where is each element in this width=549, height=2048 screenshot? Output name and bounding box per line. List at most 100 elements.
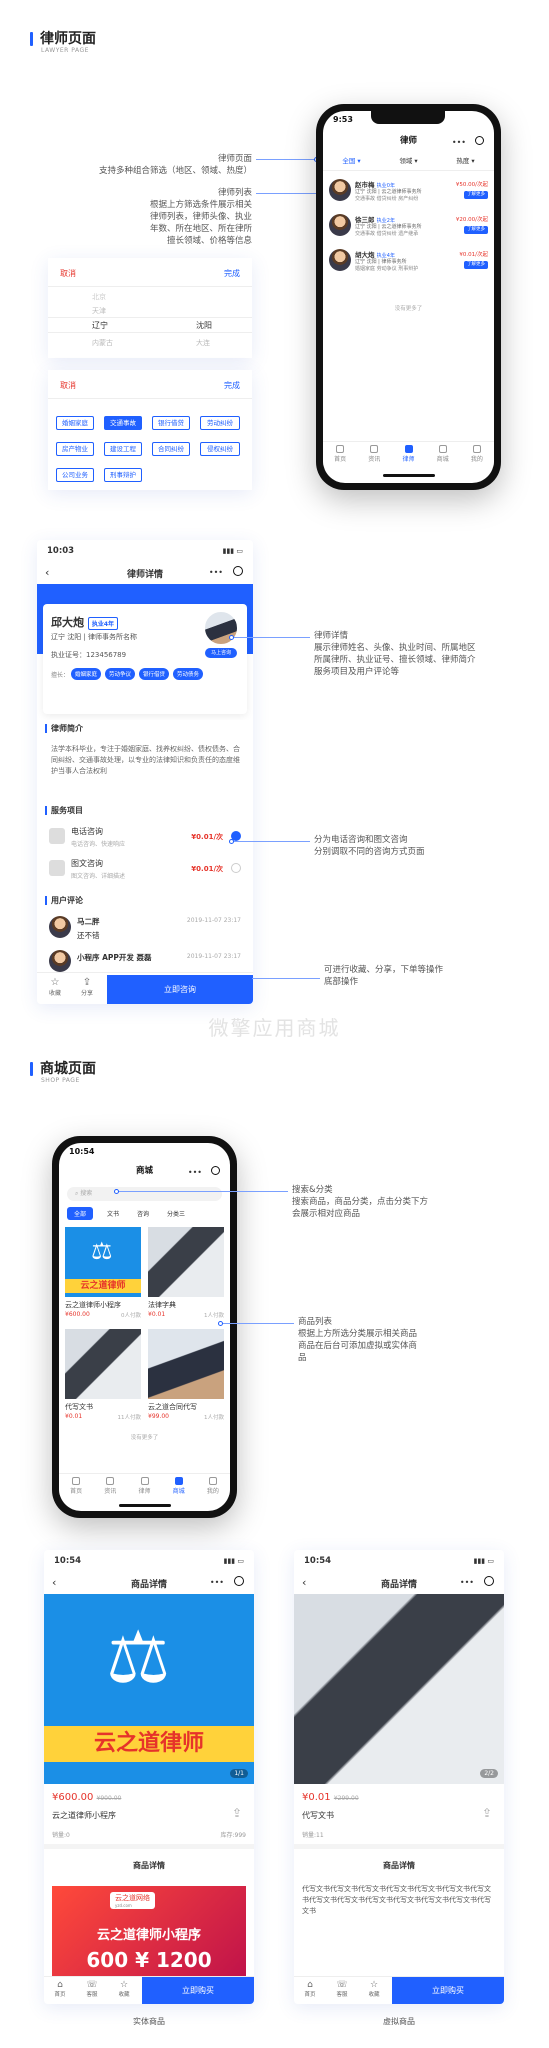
- field-option[interactable]: 房产物业: [56, 442, 94, 456]
- phone-frame: 10:54 商城 ••• ⌕ 搜索 全部 文书 咨询 分类三 ⚖ 云之道律师 云…: [52, 1136, 237, 1518]
- field-option[interactable]: 银行借贷: [152, 416, 190, 430]
- section-subtitle: SHOP PAGE: [41, 1077, 80, 1084]
- close-icon[interactable]: [484, 1576, 494, 1586]
- bottom-bar: ⌂ 首页 ☏ 客服 ☆ 收藏 立即购买: [294, 1976, 504, 2004]
- search-input[interactable]: ⌕ 搜索: [67, 1187, 222, 1201]
- star-icon: ☆: [50, 977, 60, 988]
- share-icon[interactable]: ⇪: [482, 1806, 492, 1820]
- buy-now-button[interactable]: 立即购买: [142, 1977, 254, 2004]
- annotation-consult: 分为电话咨询和图文咨询 分别调取不同的咨询方式页面: [314, 835, 425, 857]
- more-button[interactable]: 了解更多: [464, 226, 488, 234]
- status-bar: 9:53: [323, 111, 494, 129]
- tab-news[interactable]: 资讯: [93, 1474, 127, 1497]
- category-tab[interactable]: 文书: [103, 1207, 123, 1220]
- field-option[interactable]: 公司业务: [56, 468, 94, 482]
- favorite-button[interactable]: ☆ 收藏: [112, 1980, 136, 1998]
- goods-card[interactable]: 代写文书 ¥0.01 11人付款: [65, 1329, 141, 1425]
- more-icon[interactable]: •••: [210, 1578, 224, 1587]
- avatar: [49, 916, 71, 938]
- category-tab[interactable]: 咨询: [133, 1207, 153, 1220]
- tab-news[interactable]: 资讯: [357, 442, 391, 465]
- tab-mine[interactable]: 我的: [196, 1474, 230, 1497]
- service-button[interactable]: ☏ 客服: [80, 1980, 104, 1998]
- tab-mine[interactable]: 我的: [460, 442, 494, 465]
- field-option[interactable]: 婚姻家庭: [56, 416, 94, 430]
- home-button[interactable]: ⌂ 首页: [48, 1980, 72, 1998]
- section-subtitle: LAWYER PAGE: [41, 47, 89, 54]
- field-option[interactable]: 侵权纠纷: [200, 442, 240, 456]
- cancel-button[interactable]: 取消: [60, 380, 76, 391]
- share-button[interactable]: ⇪ 分享: [75, 977, 99, 997]
- page-title: 律师: [399, 136, 417, 146]
- category-tab[interactable]: 分类三: [163, 1207, 189, 1220]
- tab-shop[interactable]: 商城: [426, 442, 460, 465]
- comment-item: 马二胖 还不错 2019-11-07 23:17: [43, 914, 247, 944]
- more-icon[interactable]: •••: [460, 1578, 474, 1587]
- service-text[interactable]: 图文咨询 图文咨询、详细描述 ¥0.01/次: [43, 854, 247, 884]
- more-button[interactable]: 了解更多: [464, 191, 488, 199]
- field-option-selected[interactable]: 交通事故: [104, 416, 142, 430]
- lawyer-item[interactable]: 赵市梅 执业0年 辽宁 沈阳 | 云之道律师事务所 交通事故 借贷纠纷 房产纠纷…: [323, 175, 494, 211]
- field-option[interactable]: 合同纠纷: [152, 442, 190, 456]
- service-title: 服务项目: [51, 806, 83, 815]
- goods-price: ¥0.01: [65, 1413, 83, 1420]
- cancel-button[interactable]: 取消: [60, 268, 76, 279]
- filter-hot[interactable]: 热度 ▾: [437, 155, 494, 170]
- consult-button[interactable]: 马上咨询: [205, 648, 237, 658]
- comment-text: 还不错: [77, 931, 100, 940]
- field-option[interactable]: 劳动纠纷: [200, 416, 240, 430]
- done-button[interactable]: 完成: [224, 380, 240, 391]
- service-phone[interactable]: 电话咨询 电话咨询、快速响应 ¥0.01/次: [43, 822, 247, 852]
- goods-price: ¥600.00 ¥900.00: [52, 1792, 122, 1803]
- more-icon[interactable]: •••: [452, 138, 466, 147]
- tab-home[interactable]: 首页: [323, 442, 357, 465]
- phone-frame: 9:53 律师 ••• 全国 ▾ 领域 ▾ 热度 ▾ 赵市梅 执业0年 辽宁 沈…: [316, 104, 501, 490]
- service-name: 图文咨询: [71, 859, 103, 868]
- goods-title: 法律字典: [148, 1301, 176, 1309]
- connector-line: [222, 1323, 294, 1324]
- battery-icon: ▮▮▮ ▭: [473, 1557, 494, 1565]
- tab-lawyer[interactable]: 律师: [391, 442, 425, 465]
- region-picker: 取消 完成 北京 天津 辽宁 沈阳 内蒙古 大连: [48, 258, 252, 358]
- buy-now-button[interactable]: 立即购买: [392, 1977, 504, 2004]
- more-icon[interactable]: •••: [209, 568, 223, 577]
- tab-lawyer[interactable]: 律师: [127, 1474, 161, 1497]
- more-button[interactable]: 了解更多: [464, 261, 488, 269]
- lawyer-item[interactable]: 胡大炮 执业4年 辽宁 沈阳 | 律师事务所 婚姻家庭 劳动争议 刑事辩护 ¥0…: [323, 245, 494, 281]
- filter-region[interactable]: 全国 ▾: [323, 155, 380, 170]
- close-icon[interactable]: [475, 136, 484, 145]
- field-option[interactable]: 建设工程: [104, 442, 142, 456]
- service-button[interactable]: ☏ 客服: [330, 1980, 354, 1998]
- favorite-button[interactable]: ☆ 收藏: [362, 1980, 386, 1998]
- avatar: [329, 249, 351, 271]
- category-tab-selected[interactable]: 全部: [67, 1207, 94, 1220]
- goods-card[interactable]: 法律字典 ¥0.01 1人付款: [148, 1227, 224, 1323]
- close-icon[interactable]: [234, 1576, 244, 1586]
- close-icon[interactable]: [211, 1166, 220, 1175]
- radio-unchecked[interactable]: [231, 863, 241, 873]
- tab-home[interactable]: 首页: [59, 1474, 93, 1497]
- lawyer-price: ¥20.00/次起: [455, 217, 488, 223]
- section-marker: [45, 724, 47, 733]
- home-button[interactable]: ⌂ 首页: [298, 1980, 322, 1998]
- shop-icon: [438, 445, 447, 453]
- caption-physical: 实体商品: [133, 2017, 165, 2026]
- status-bar: 10:54: [69, 1147, 95, 1156]
- goods-price: ¥600.00: [65, 1311, 90, 1318]
- filter-field[interactable]: 领域 ▾: [380, 155, 437, 170]
- close-icon[interactable]: [233, 566, 243, 576]
- lawyer-item[interactable]: 徐三郎 执业2年 辽宁 沈阳 | 云之道律师事务所 交通事故 借贷纠纷 遗产继承…: [323, 210, 494, 246]
- consult-now-button[interactable]: 立即咨询: [107, 975, 253, 1004]
- field-option[interactable]: 刑事辩护: [104, 468, 142, 482]
- promo-prices: 600 ¥ 1200: [86, 1948, 212, 1972]
- banner-text: 云之道律师: [44, 1726, 254, 1762]
- more-icon[interactable]: •••: [188, 1168, 202, 1177]
- goods-card[interactable]: ⚖ 云之道律师 云之道律师小程序 ¥600.00 0人付款: [65, 1227, 141, 1323]
- tab-shop[interactable]: 商城: [162, 1474, 196, 1497]
- goods-card[interactable]: 云之道合同代写 ¥99.00 1人付款: [148, 1329, 224, 1425]
- news-icon: [370, 445, 379, 453]
- favorite-button[interactable]: ☆ 收藏: [43, 977, 67, 997]
- search-icon: ⌕: [75, 1190, 79, 1197]
- share-icon[interactable]: ⇪: [232, 1806, 242, 1820]
- done-button[interactable]: 完成: [224, 268, 240, 279]
